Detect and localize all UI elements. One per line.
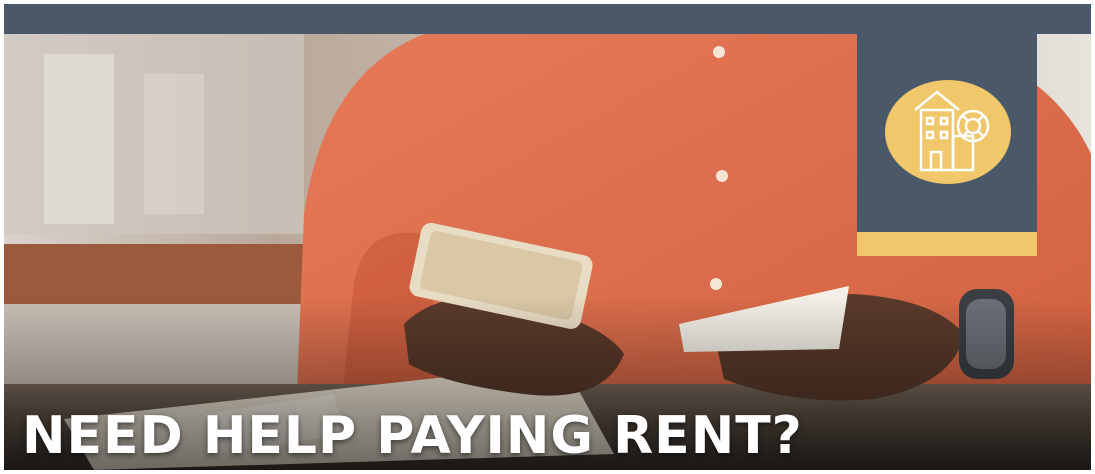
house-lifebuoy-icon xyxy=(885,80,1011,184)
badge-accent-stripe xyxy=(857,232,1037,256)
rent-assistance-banner: NEED HELP PAYING RENT? xyxy=(4,4,1091,470)
badge-panel xyxy=(857,34,1037,256)
top-bar xyxy=(4,4,1091,34)
headline: NEED HELP PAYING RENT? xyxy=(22,406,803,466)
